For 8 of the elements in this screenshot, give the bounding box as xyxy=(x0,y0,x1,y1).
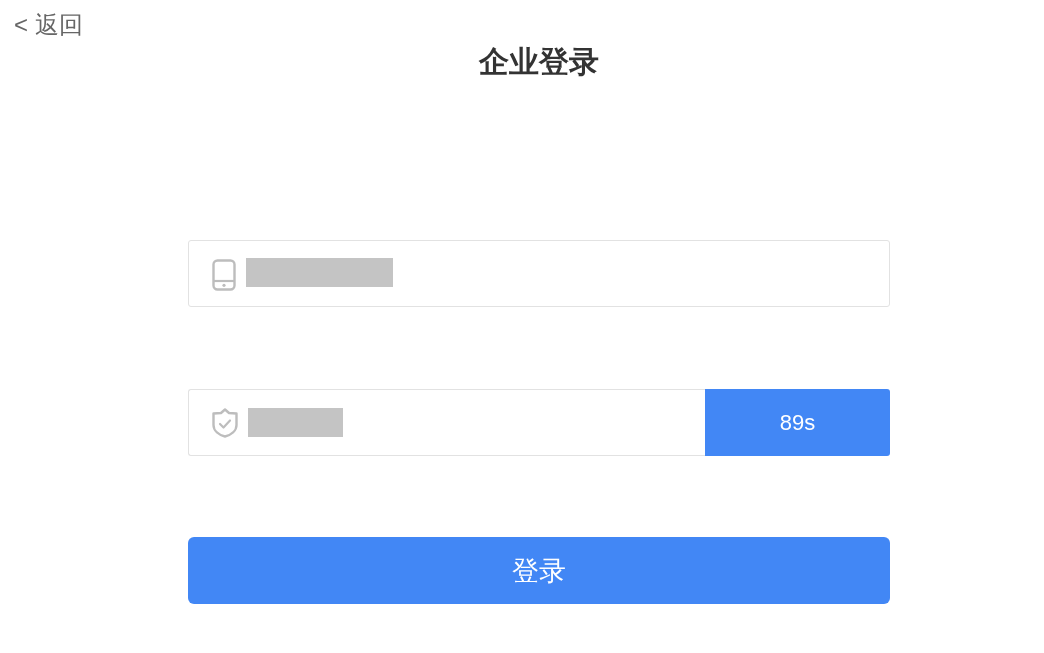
input-field[interactable] xyxy=(188,389,705,456)
page-title: 企业登录 xyxy=(479,44,599,80)
send-code-button[interactable]: 89s xyxy=(705,389,890,456)
input-field[interactable] xyxy=(188,240,890,307)
back-link[interactable]: < 返回 xyxy=(14,12,83,38)
login-button[interactable]: 登录 xyxy=(188,537,890,604)
phone-icon xyxy=(212,259,236,291)
shield-check-icon xyxy=(212,408,238,438)
